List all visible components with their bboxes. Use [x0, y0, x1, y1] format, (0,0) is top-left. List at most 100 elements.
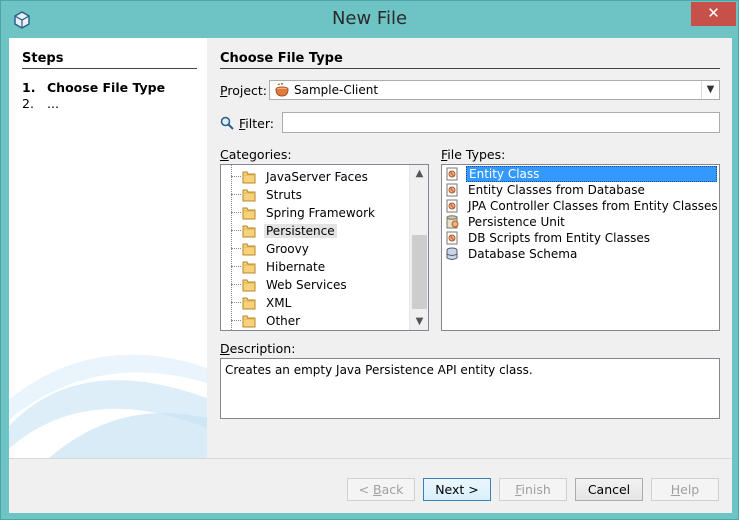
vertical-scrollbar[interactable]: ▲ ▼ [409, 165, 428, 330]
category-item[interactable]: Spring Framework [221, 204, 409, 222]
categories-label: Categories: [220, 147, 292, 162]
category-item[interactable]: Web Services [221, 276, 409, 294]
mnemonic: C [220, 147, 229, 162]
file-type-label: Persistence Unit [468, 215, 565, 229]
category-label: Spring Framework [266, 206, 375, 220]
label-text: ile Types: [447, 147, 506, 162]
mnemonic: D [220, 341, 230, 356]
category-item[interactable]: Struts [221, 186, 409, 204]
category-label: Groovy [266, 242, 309, 256]
label-text: escription: [229, 341, 296, 356]
button-label: Next > [435, 482, 479, 497]
label-text: ilter: [245, 116, 274, 131]
category-label: XML [266, 296, 292, 310]
category-label: Hibernate [266, 260, 326, 274]
tree-connector [231, 320, 241, 321]
file-types-list[interactable]: Entity Class Entity Classes from Database… [441, 164, 720, 331]
steps-title: Steps [22, 51, 64, 66]
title-bar[interactable]: New File ✕ [1, 1, 738, 37]
category-label: Other [266, 314, 301, 328]
step-label: ... [47, 96, 59, 111]
step-item: 1. Choose File Type [22, 80, 165, 95]
chevron-down-icon[interactable]: ▼ [701, 81, 719, 99]
mnemonic: H [670, 482, 681, 497]
file-type-item[interactable]: DB Scripts from Entity Classes [442, 230, 719, 246]
cancel-button[interactable]: Cancel [575, 478, 643, 501]
back-button[interactable]: < Back [347, 478, 415, 501]
description-text: Creates an empty Java Persistence API en… [225, 363, 533, 377]
category-item[interactable]: XML [221, 294, 409, 312]
file-type-item[interactable]: Persistence Unit [442, 214, 719, 230]
filter-label: Filter: [239, 116, 274, 131]
next-button[interactable]: Next > [423, 478, 491, 501]
tree-connector [231, 194, 241, 195]
finish-button[interactable]: Finish [499, 478, 567, 501]
file-type-item[interactable]: JPA Controller Classes from Entity Class… [442, 198, 719, 214]
category-item[interactable]: JavaServer Faces [221, 168, 409, 186]
steps-panel: Steps 1. Choose File Type 2.... [9, 38, 207, 458]
button-label: elp [680, 482, 700, 497]
close-icon: ✕ [707, 4, 720, 22]
project-label: Project: [220, 83, 267, 98]
close-button[interactable]: ✕ [691, 2, 736, 26]
file-type-item[interactable]: Entity Classes from Database [442, 182, 719, 198]
dialog-content: Steps 1. Choose File Type 2.... Choose Fi… [9, 38, 732, 513]
tree-connector [231, 284, 241, 285]
file-type-label: JPA Controller Classes from Entity Class… [468, 199, 718, 213]
tree-connector [231, 302, 241, 303]
magnifier-icon [220, 116, 234, 130]
project-value: Sample-Client [294, 83, 379, 97]
label-text: ategories: [228, 147, 292, 162]
scroll-down-icon[interactable]: ▼ [410, 313, 428, 330]
button-bar-divider [9, 458, 732, 459]
database-schema-icon [445, 247, 461, 264]
folder-icon [241, 313, 257, 330]
step-number: 2. [22, 96, 34, 111]
file-types-label: File Types: [441, 147, 505, 162]
help-button[interactable]: Help [651, 478, 719, 501]
window-title: New File [331, 8, 408, 29]
category-label: JavaServer Faces [266, 170, 368, 184]
category-label: Persistence [264, 224, 337, 238]
new-file-dialog: New File ✕ Steps 1. Choose File Type 2...… [0, 0, 739, 520]
section-divider [220, 68, 720, 69]
decorative-swoosh [9, 354, 207, 458]
section-title: Choose File Type [220, 51, 343, 66]
main-panel: Choose File Type Project: Sample-Client … [207, 38, 732, 458]
categories-tree[interactable]: JavaServer Faces Struts Spring Framework Pe… [220, 164, 429, 331]
scroll-thumb[interactable] [412, 235, 427, 309]
description-box: Creates an empty Java Persistence API en… [220, 358, 720, 419]
file-type-label: Entity Class [466, 166, 717, 182]
file-type-label: Database Schema [468, 247, 578, 261]
label-text: roject: [227, 83, 267, 98]
tree-connector [231, 266, 241, 267]
tree-connector [231, 212, 241, 213]
category-item[interactable]: Other [221, 312, 409, 330]
file-type-label: Entity Classes from Database [468, 183, 645, 197]
step-label: Choose File Type [47, 80, 166, 95]
button-label: ack [381, 482, 404, 497]
category-label: Struts [266, 188, 302, 202]
coffee-cup-icon [275, 83, 289, 97]
file-type-item[interactable]: Entity Class [442, 166, 719, 182]
button-prefix: < [358, 482, 374, 497]
category-item[interactable]: Persistence [221, 222, 409, 240]
button-label: inish [521, 482, 551, 497]
mnemonic: B [373, 482, 382, 497]
file-type-item[interactable]: Database Schema [442, 246, 719, 262]
button-label: Cancel [587, 482, 631, 497]
step-number: 1. [22, 80, 36, 95]
description-label: Description: [220, 341, 295, 356]
category-label: Web Services [266, 278, 347, 292]
scroll-up-icon[interactable]: ▲ [410, 165, 428, 182]
tree-connector [231, 248, 241, 249]
filter-input[interactable] [282, 112, 720, 133]
file-type-label: DB Scripts from Entity Classes [468, 231, 650, 245]
step-item: 2.... [22, 96, 59, 111]
category-item[interactable]: Hibernate [221, 258, 409, 276]
steps-divider [22, 68, 197, 69]
tree-connector [231, 230, 241, 231]
project-combobox[interactable]: Sample-Client ▼ [269, 80, 720, 100]
tree-connector [231, 176, 241, 177]
category-item[interactable]: Groovy [221, 240, 409, 258]
